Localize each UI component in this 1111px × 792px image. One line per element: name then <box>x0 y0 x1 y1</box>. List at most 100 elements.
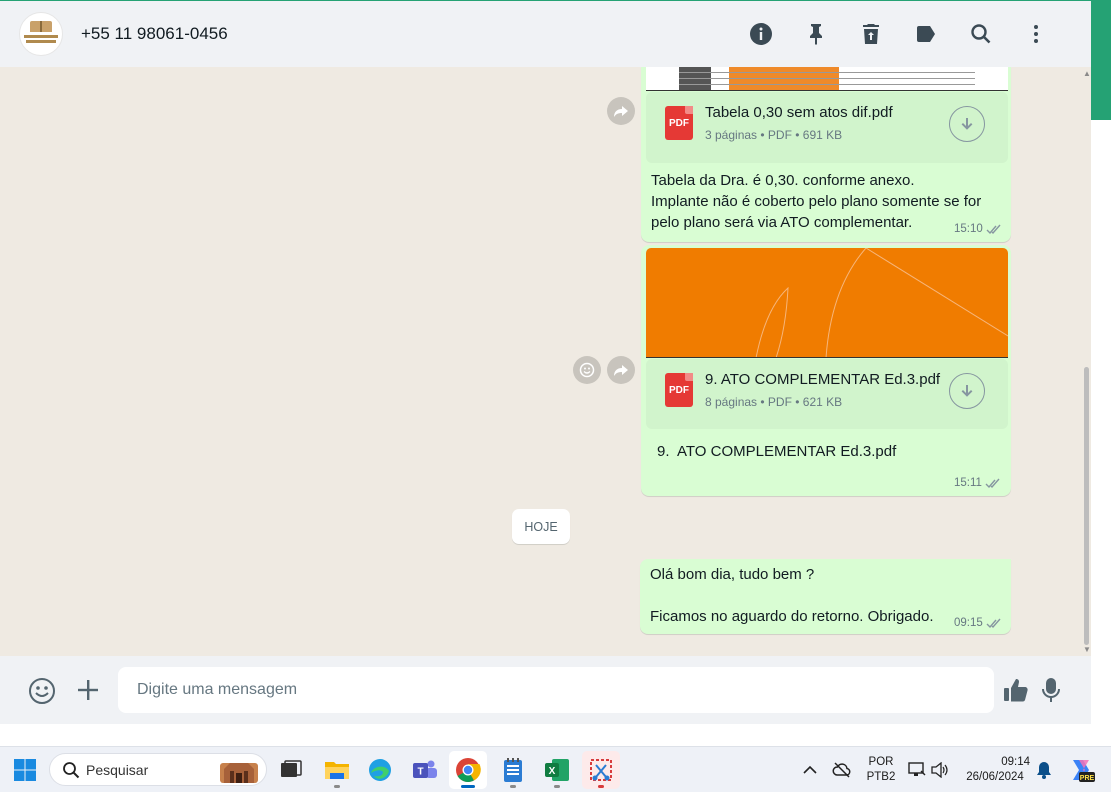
language-code: POR <box>868 756 894 768</box>
running-indicator <box>554 785 560 788</box>
pdf-file-icon: PDF <box>665 373 693 407</box>
emoji-smile-icon <box>579 362 595 378</box>
double-check-icon <box>985 478 1000 488</box>
network-tray[interactable] <box>906 751 928 789</box>
forward-button[interactable] <box>607 97 635 125</box>
forward-icon <box>614 106 628 117</box>
running-indicator <box>510 785 516 788</box>
windows-logo-icon <box>14 759 36 781</box>
download-arrow-icon <box>961 385 973 397</box>
taskbar-snipping-tool[interactable] <box>582 751 620 789</box>
compose-bar: Digite uma mensagem <box>0 656 1091 724</box>
taskbar-teams[interactable]: T <box>406 751 444 789</box>
search-icon[interactable] <box>953 19 1008 49</box>
attach-plus-icon[interactable] <box>75 677 101 703</box>
emoji-picker-icon[interactable] <box>28 677 56 705</box>
taskbar-file-explorer[interactable] <box>318 751 356 789</box>
download-button[interactable] <box>949 373 985 409</box>
document-thumbnail[interactable] <box>646 248 1008 358</box>
scrollbar-thumb[interactable] <box>1084 367 1089 645</box>
show-hidden-icons-button[interactable] <box>797 751 823 789</box>
svg-text:X: X <box>549 766 556 777</box>
volume-tray[interactable] <box>929 751 951 789</box>
copilot-badge-text: PRE <box>1080 775 1095 782</box>
message-text-line: Olá bom dia, tudo bem ? <box>650 566 815 583</box>
running-indicator <box>598 785 604 788</box>
clock-date: 26/06/2024 <box>966 771 1024 783</box>
document-name: 9. ATO COMPLEMENTAR Ed.3.pdf <box>705 371 941 388</box>
taskbar-search[interactable]: Pesquisar <box>49 753 267 786</box>
message-text-line: Ficamos no aguardo do retorno. Obrigado. <box>650 608 934 625</box>
document-meta: 3 páginas • PDF • 691 KB <box>705 128 843 142</box>
message-caption-line: Tabela da Dra. é 0,30. conforme anexo. <box>651 172 915 189</box>
pin-icon[interactable] <box>788 19 843 49</box>
day-divider: HOJE <box>512 509 570 544</box>
active-indicator <box>461 785 475 788</box>
taskbar-edge[interactable] <box>361 751 399 789</box>
message-time: 09:15 <box>954 617 983 629</box>
network-monitor-icon <box>908 762 926 776</box>
copilot-button[interactable]: PRE <box>1063 751 1099 789</box>
search-placeholder: Pesquisar <box>86 761 149 778</box>
message-input[interactable]: Digite uma mensagem <box>118 667 994 713</box>
snipping-tool-icon <box>590 759 612 781</box>
scroll-down-arrow-icon[interactable]: ▼ <box>1083 645 1091 654</box>
window-edge-accent <box>1091 0 1111 120</box>
language-indicator[interactable]: POR PTB2 <box>862 755 900 785</box>
label-icon[interactable] <box>898 19 953 49</box>
double-check-icon <box>986 618 1001 628</box>
clock[interactable]: 09:14 26/06/2024 <box>960 755 1030 785</box>
taskbar-excel[interactable]: X <box>538 751 576 789</box>
excel-icon: X <box>545 759 569 781</box>
bell-icon <box>1037 762 1051 779</box>
pdf-file-icon: PDF <box>665 106 693 140</box>
chat-header: +55 11 98061-0456 <box>0 0 1091 67</box>
forward-icon <box>614 365 628 376</box>
info-icon[interactable] <box>733 19 788 49</box>
notepad-icon <box>504 758 522 782</box>
chat-scrollbar[interactable]: ▲ ▼ <box>1082 67 1091 656</box>
double-check-icon <box>986 224 1001 234</box>
onedrive-tray[interactable] <box>829 751 855 789</box>
document-name: Tabela 0,30 sem atos dif.pdf <box>705 104 893 121</box>
message-time: 15:10 <box>954 223 983 235</box>
download-arrow-icon <box>961 118 973 130</box>
copilot-icon: PRE <box>1073 760 1095 782</box>
start-button[interactable] <box>6 751 44 789</box>
taskbar-chrome[interactable] <box>449 751 487 789</box>
taskbar-notepad[interactable] <box>494 751 532 789</box>
forward-button[interactable] <box>607 356 635 384</box>
contact-avatar[interactable] <box>19 12 63 56</box>
speaker-icon <box>931 762 948 778</box>
contact-name[interactable]: +55 11 98061-0456 <box>81 24 228 44</box>
task-view-button[interactable] <box>272 751 310 789</box>
document-meta: 8 páginas • PDF • 621 KB <box>705 395 843 409</box>
windows-taskbar: Pesquisar T X POR PTB2 09:14 26/06/2024 … <box>0 746 1111 792</box>
message-timestamp: 15:11 <box>954 477 1001 489</box>
message-timestamp: 09:15 <box>954 617 1002 629</box>
microphone-icon[interactable] <box>1040 676 1062 704</box>
react-button[interactable] <box>573 356 601 384</box>
thumbs-up-icon[interactable] <box>1002 676 1030 704</box>
more-vertical-icon[interactable] <box>1008 19 1063 49</box>
chevron-up-icon <box>803 765 817 774</box>
keyboard-layout: PTB2 <box>866 771 896 783</box>
document-thumbnail[interactable] <box>646 67 1008 91</box>
message-caption-line: Implante não é coberto pelo plano soment… <box>651 193 982 210</box>
scroll-up-arrow-icon[interactable]: ▲ <box>1083 69 1091 78</box>
message-time: 15:11 <box>954 477 982 489</box>
running-indicator <box>334 785 340 788</box>
message-timestamp: 15:10 <box>954 223 1002 235</box>
notifications-button[interactable] <box>1032 751 1056 789</box>
message-caption-line: pelo plano será via ATO complementar. <box>651 214 913 231</box>
clock-time: 09:14 <box>1001 756 1030 768</box>
trash-icon[interactable] <box>843 19 898 49</box>
thumbnail-lines-graphic <box>755 248 1008 357</box>
chrome-icon <box>456 758 481 783</box>
task-view-icon <box>281 760 302 777</box>
download-button[interactable] <box>949 106 985 142</box>
cloud-offline-icon <box>832 762 851 778</box>
message-caption: 9. ATO COMPLEMENTAR Ed.3.pdf <box>657 443 897 460</box>
teams-icon: T <box>413 760 437 778</box>
folder-icon <box>325 762 349 779</box>
